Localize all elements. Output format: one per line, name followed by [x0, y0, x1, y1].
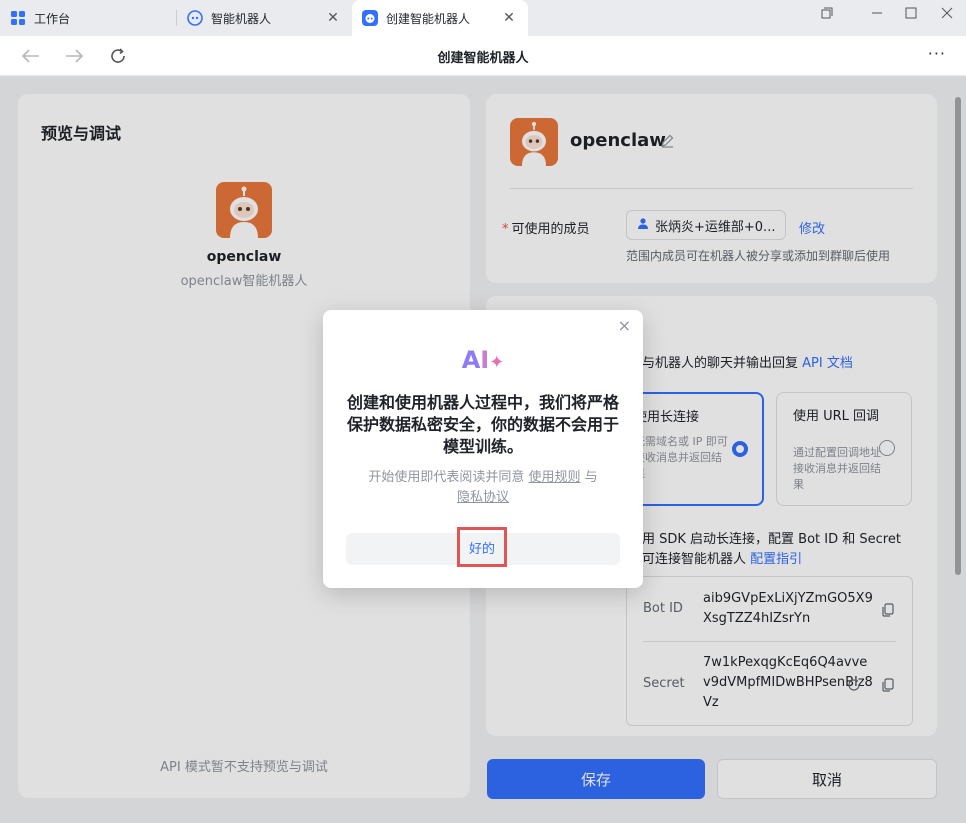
minimize-icon[interactable] — [864, 4, 890, 22]
nav-bar: 创建智能机器人 ··· — [0, 36, 966, 76]
more-menu-icon[interactable]: ··· — [928, 44, 946, 63]
maximize-icon[interactable] — [898, 4, 924, 22]
bot-tab-icon — [187, 10, 203, 26]
close-icon[interactable]: × — [618, 316, 631, 335]
page-title: 创建智能机器人 — [437, 51, 529, 66]
dialog-note: 开始使用即代表阅读并同意 使用规则 与 隐私协议 — [368, 470, 598, 505]
restore-window-icon[interactable] — [814, 4, 840, 22]
privacy-dialog: × AI✦ 创建和使用机器人过程中，我们将严格保护数据私密安全，你的数据不会用于… — [323, 310, 643, 588]
close-window-icon[interactable] — [934, 4, 960, 22]
dialog-title: 创建和使用机器人过程中，我们将严格保护数据私密安全，你的数据不会用于模型训练。 — [346, 393, 619, 456]
tab-smart-bot[interactable]: 智能机器人 ✕ — [177, 0, 352, 36]
tab-label: 创建智能机器人 — [386, 11, 471, 26]
ok-button[interactable]: 好的 — [457, 527, 507, 567]
usage-rules-link[interactable]: 使用规则 — [528, 470, 580, 485]
tab-bar: 工作台 智能机器人 ✕ 创建智能机器人 ✕ — [0, 0, 966, 36]
ai-sparkle-icon: AI✦ — [461, 346, 505, 374]
close-icon[interactable]: ✕ — [326, 11, 340, 25]
tab-create-bot[interactable]: 创建智能机器人 ✕ — [352, 0, 528, 36]
privacy-policy-link[interactable]: 隐私协议 — [457, 490, 509, 505]
grid-icon — [10, 10, 26, 26]
tab-workbench[interactable]: 工作台 — [0, 0, 176, 36]
bot-tab-icon — [362, 10, 378, 26]
close-icon[interactable]: ✕ — [502, 11, 516, 25]
tab-label: 智能机器人 — [211, 11, 272, 26]
tab-label: 工作台 — [34, 11, 71, 26]
